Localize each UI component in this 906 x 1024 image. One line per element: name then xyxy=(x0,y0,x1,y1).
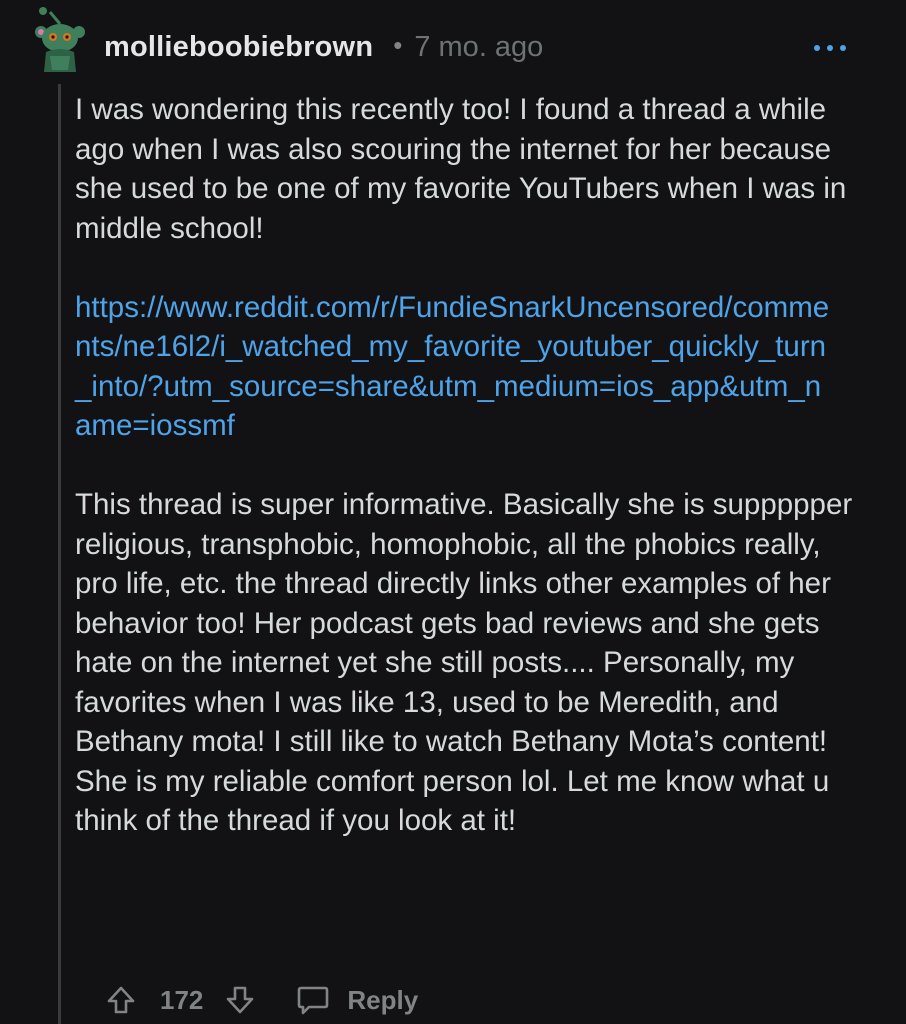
separator-dot: • xyxy=(393,29,403,60)
speech-bubble-icon xyxy=(298,986,329,1015)
downvote-button[interactable] xyxy=(225,985,255,1015)
username[interactable]: mollieboobiebrown xyxy=(104,31,373,64)
snoo-avatar-icon xyxy=(35,7,85,72)
downvote-arrow-icon xyxy=(227,986,254,1014)
ellipsis-icon xyxy=(814,45,846,51)
comment-paragraph: I was wondering this recently too! I fou… xyxy=(75,93,847,245)
more-options-button[interactable] xyxy=(810,34,850,62)
comment-body: I was wondering this recently too! I fou… xyxy=(75,90,855,880)
reply-button[interactable]: Reply xyxy=(297,985,418,1016)
upvote-arrow-icon xyxy=(107,986,135,1014)
timestamp: 7 mo. ago xyxy=(414,30,544,63)
thread-link[interactable]: https://www.reddit.com/r/FundieSnarkUnce… xyxy=(75,288,835,446)
upvote-button[interactable] xyxy=(106,985,136,1015)
reply-label: Reply xyxy=(347,984,419,1015)
thread-line[interactable] xyxy=(58,84,61,1024)
comment-actions: 172 Reply xyxy=(106,978,418,1022)
comment-header: mollieboobiebrown • 7 mo. ago xyxy=(104,24,543,70)
vote-count: 172 xyxy=(160,984,204,1015)
comment-paragraph: This thread is super informative. Basica… xyxy=(75,488,853,837)
avatar[interactable] xyxy=(28,6,94,76)
